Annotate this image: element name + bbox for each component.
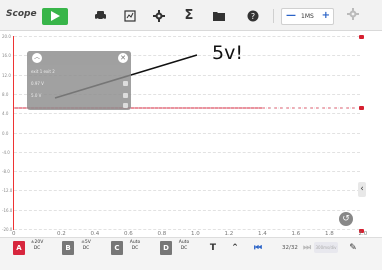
text-tool-icon[interactable]: T — [206, 241, 220, 255]
channel-d-button[interactable]: D — [160, 241, 172, 255]
last-page-icon[interactable]: ⏭ — [300, 241, 314, 255]
channel-d-range[interactable]: Auto DC — [174, 240, 194, 252]
lock-icon[interactable] — [123, 81, 128, 86]
first-page-icon[interactable]: ⏮ — [251, 241, 265, 255]
waveform-layer — [14, 54, 358, 109]
panel-row-value-1: 0.97 V — [31, 81, 44, 86]
panel-row-value-2: 5.0 V — [31, 93, 42, 98]
pen-icon[interactable]: ✎ — [346, 241, 360, 255]
panel-row-labels: exit 1 exit 2 — [31, 69, 55, 74]
handwritten-annotation: 5v! — [212, 42, 243, 64]
channel-a-button[interactable]: A — [13, 241, 25, 255]
lock-icon[interactable] — [123, 103, 128, 108]
channel-c-range[interactable]: Auto DC — [125, 240, 145, 252]
disabled-time-box: 300ms/div — [314, 242, 338, 253]
side-panel-toggle[interactable]: ‹ — [358, 182, 366, 197]
measurement-panel[interactable]: ︿ ✕ exit 1 exit 2 0.97 V 5.0 V — [27, 51, 131, 110]
right-marker-level[interactable] — [359, 106, 364, 110]
channel-c-button[interactable]: C — [111, 241, 123, 255]
panel-header — [27, 51, 131, 65]
chevron-up-icon[interactable]: ︿ — [32, 53, 42, 63]
channel-b-range[interactable]: ±5V DC — [76, 240, 96, 252]
reset-view-icon[interactable]: ↺ — [339, 212, 353, 226]
channel-b-button[interactable]: B — [62, 241, 74, 255]
page-indicator: 32/32 — [282, 245, 298, 251]
close-icon[interactable]: ✕ — [118, 53, 128, 63]
lock-icon[interactable] — [123, 93, 128, 98]
trigger-icon[interactable]: ⌃ — [228, 241, 242, 255]
right-marker-top[interactable] — [359, 35, 364, 39]
channel-a-range[interactable]: ±20V DC — [27, 240, 47, 252]
